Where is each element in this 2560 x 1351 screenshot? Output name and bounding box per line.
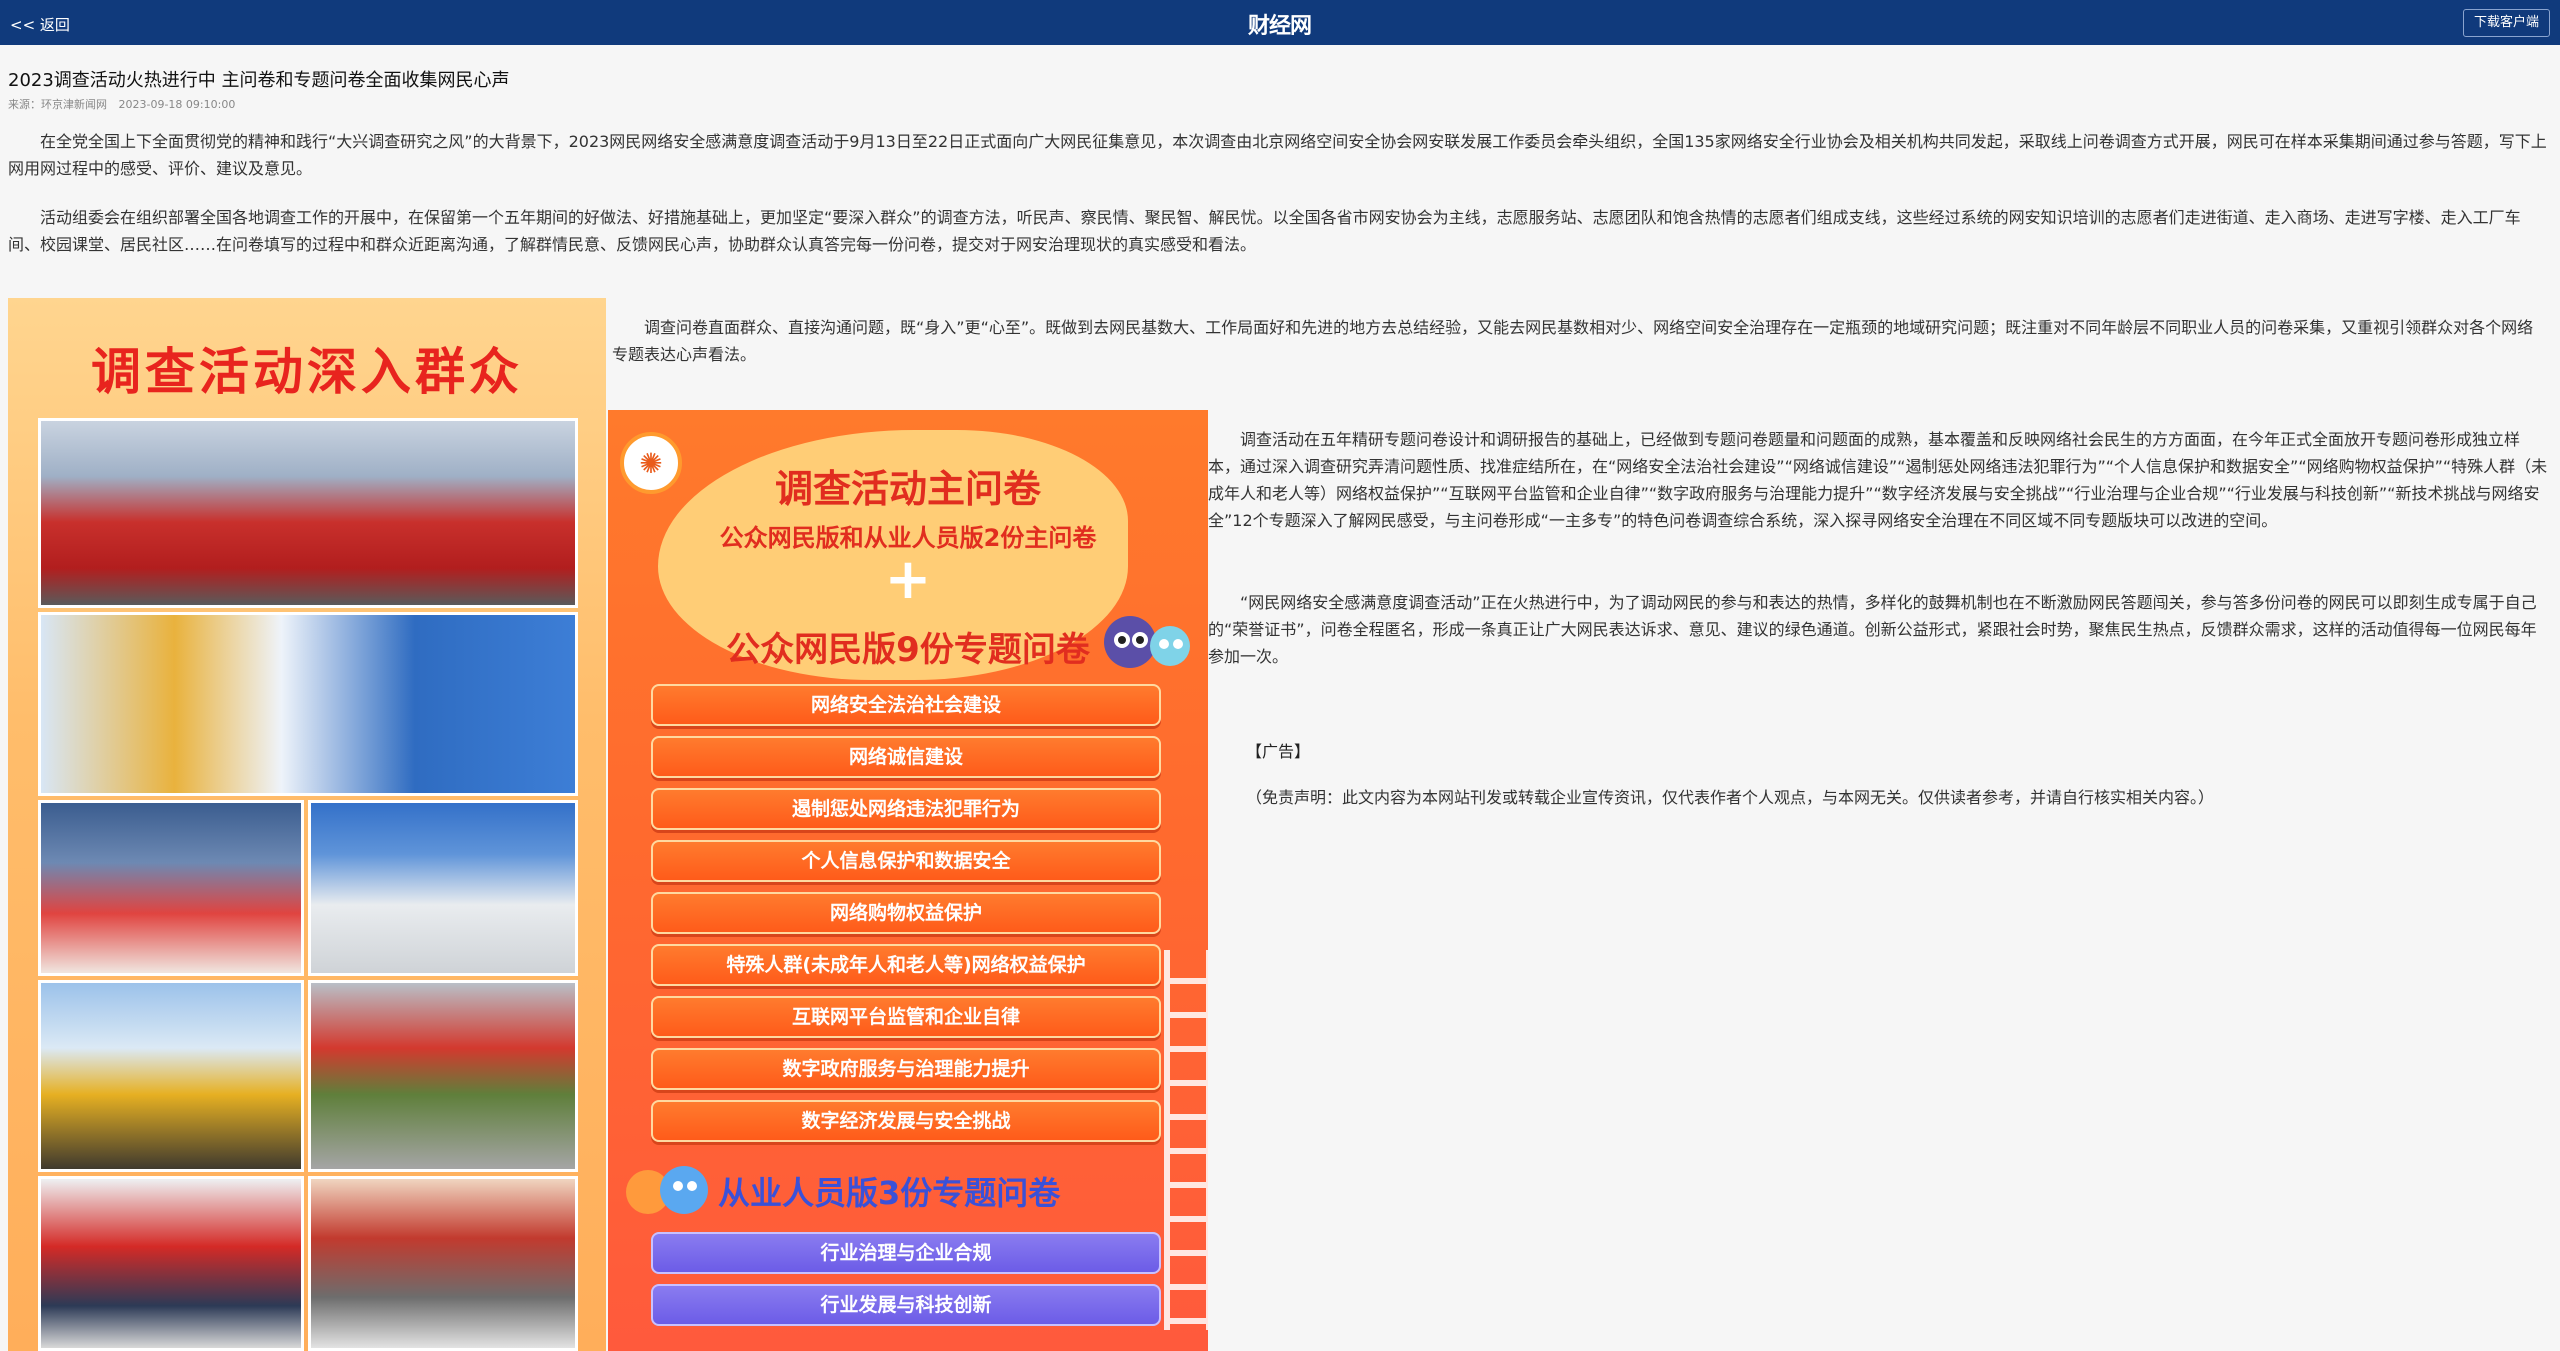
article-datetime: 2023-09-18 09:10:00 bbox=[118, 98, 236, 111]
disclaimer-text: （免责声明：此文内容为本网站刊发或转载企业宣传资讯，仅代表作者个人观点，与本网无… bbox=[1246, 788, 2215, 807]
topic-item: 数字政府服务与治理能力提升 bbox=[651, 1048, 1161, 1090]
photo-elderly-outreach bbox=[308, 980, 578, 1172]
article-paragraph: 活动组委会在组织部署全国各地调查工作的开展中，在保留第一个五年期间的好做法、好措… bbox=[8, 208, 2521, 254]
ad-label: 【广告】 bbox=[1246, 742, 1311, 761]
topic-item: 特殊人群(未成年人和老人等)网络权益保护 bbox=[651, 944, 1161, 986]
article-paragraph: 调查问卷直面群众、直接沟通问题，既“身入”更“心至”。既做到去网民基数大、工作局… bbox=[612, 318, 2534, 364]
article-source: 来源：环京津新闻网 bbox=[8, 98, 107, 111]
topic-list: 网络安全法治社会建设 网络诚信建设 遏制惩处网络违法犯罪行为 个人信息保护和数据… bbox=[651, 684, 1161, 1152]
plus-icon: + bbox=[884, 547, 932, 612]
poster-image-questionnaires: ✺ 调查活动主问卷 公众网民版和从业人员版2份主问卷 + 公众网民版9份专题问卷… bbox=[608, 410, 1208, 1351]
topic-item: 网络安全法治社会建设 bbox=[651, 684, 1161, 726]
article-paragraph: 在全党全国上下全面贯彻党的精神和践行“大兴调查研究之风”的大背景下，2023网民… bbox=[8, 132, 2547, 178]
poster-image-outreach: 调查活动深入群众 bbox=[8, 298, 606, 1351]
mascot-pair-icon bbox=[626, 1166, 708, 1214]
article-meta: 来源：环京津新闻网 2023-09-18 09:10:00 bbox=[8, 96, 235, 112]
photo-group-volunteers bbox=[38, 418, 578, 608]
industry-topic-item: 行业发展与科技创新 bbox=[651, 1284, 1161, 1326]
article-paragraph: “网民网络安全感满意度调查活动”正在火热进行中，为了调动网民的参与和表达的热情，… bbox=[1208, 593, 2537, 666]
topic-item: 互联网平台监管和企业自律 bbox=[651, 996, 1161, 1038]
article-title: 2023调查活动火热进行中 主问卷和专题问卷全面收集网民心声 bbox=[8, 70, 510, 91]
photo-delivery-riders bbox=[38, 980, 304, 1172]
article-paragraph: 调查活动在五年精研专题问卷设计和调研报告的基础上，已经做到专题问卷题量和问题面的… bbox=[1208, 430, 2548, 530]
ladder-decoration bbox=[1164, 950, 1208, 1330]
back-link[interactable]: << 返回 bbox=[10, 14, 70, 35]
photo-classroom bbox=[308, 800, 578, 976]
mascot-icon bbox=[1104, 616, 1190, 668]
topic-item: 个人信息保护和数据安全 bbox=[651, 840, 1161, 882]
poster-heading: 调查活动主问卷 bbox=[774, 467, 1041, 511]
topic-item: 数字经济发展与安全挑战 bbox=[651, 1100, 1161, 1142]
download-client-button[interactable]: 下载客户端 bbox=[2462, 9, 2550, 37]
topic-item: 网络购物权益保护 bbox=[651, 892, 1161, 934]
photo-police-booth bbox=[38, 612, 578, 796]
photo-street-event bbox=[38, 800, 304, 976]
site-logo[interactable]: 财经网 bbox=[1248, 8, 1312, 40]
industry-topic-list: 行业治理与企业合规 行业发展与科技创新 bbox=[651, 1232, 1161, 1336]
industry-topic-item: 行业治理与企业合规 bbox=[651, 1232, 1161, 1274]
photo-student-survey bbox=[38, 1176, 304, 1351]
poster-heading-industry: 从业人员版3份专题问卷 bbox=[718, 1174, 1061, 1212]
photo-shop-visit bbox=[308, 1176, 578, 1351]
topic-item: 遏制惩处网络违法犯罪行为 bbox=[651, 788, 1161, 830]
top-navigation-bar: << 返回 财经网 下载客户端 bbox=[0, 0, 2560, 45]
topic-item: 网络诚信建设 bbox=[651, 736, 1161, 778]
poster-title: 调查活动深入群众 bbox=[91, 343, 523, 401]
industry-section-header: 从业人员版3份专题问卷 bbox=[608, 1154, 1208, 1224]
